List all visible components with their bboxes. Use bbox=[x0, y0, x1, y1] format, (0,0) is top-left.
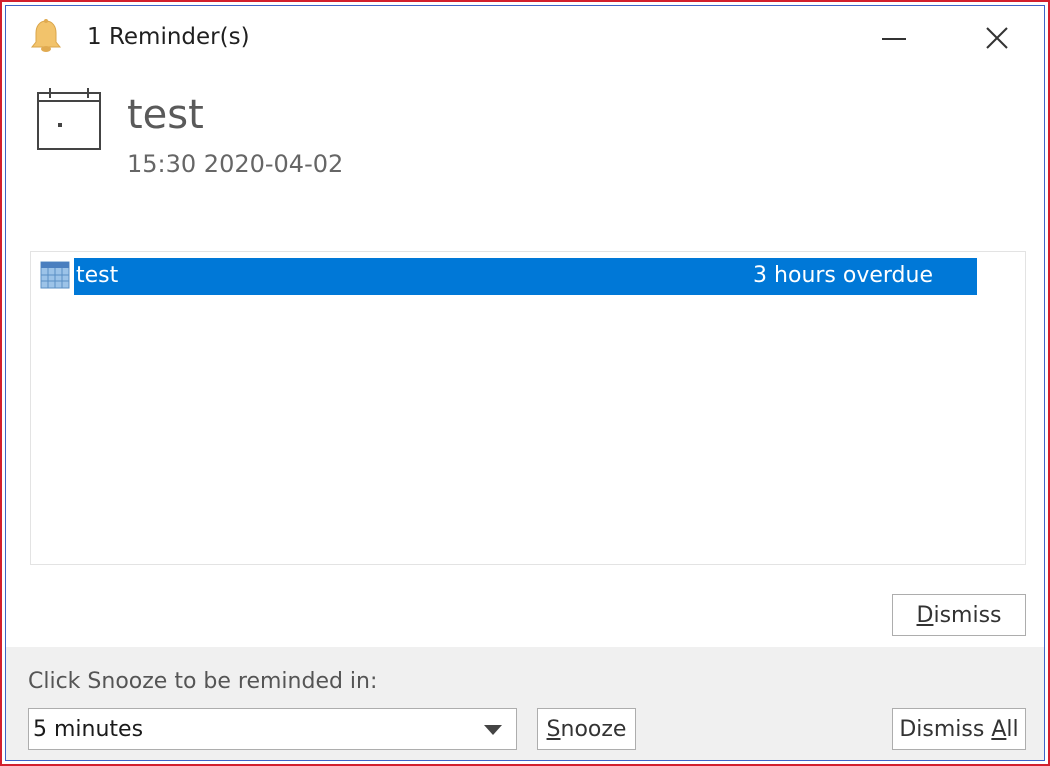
calendar-grid-icon bbox=[40, 261, 70, 289]
dismiss-all-mnemonic: A bbox=[991, 716, 1007, 742]
snooze-dropdown[interactable]: 5 minutes bbox=[28, 708, 517, 750]
reminder-list[interactable]: test 3 hours overdue bbox=[30, 251, 1026, 565]
close-icon bbox=[986, 27, 1008, 49]
selected-row-highlight[interactable]: test 3 hours overdue bbox=[74, 258, 977, 295]
chevron-down-icon bbox=[484, 725, 502, 735]
snooze-label: Click Snooze to be reminded in: bbox=[28, 669, 378, 694]
list-item[interactable]: test 3 hours overdue bbox=[40, 258, 977, 295]
dismiss-label: ismiss bbox=[933, 602, 1002, 628]
snooze-button[interactable]: Snooze bbox=[537, 708, 636, 750]
minimize-button[interactable] bbox=[866, 10, 926, 62]
dismiss-button[interactable]: Dismiss bbox=[892, 594, 1026, 636]
window-frame: 1 Reminder(s) test 15:30 2020-04-02 test… bbox=[5, 5, 1045, 761]
dismiss-mnemonic: D bbox=[916, 602, 934, 628]
snooze-button-label: nooze bbox=[560, 716, 627, 742]
bell-icon bbox=[28, 18, 64, 58]
reminder-window: 1 Reminder(s) test 15:30 2020-04-02 test… bbox=[0, 0, 1050, 766]
minimize-icon bbox=[882, 38, 906, 40]
dismiss-all-prefix: Dismiss bbox=[899, 716, 992, 742]
close-button[interactable] bbox=[968, 10, 1028, 62]
reminder-subject: test bbox=[127, 92, 204, 138]
window-title: 1 Reminder(s) bbox=[87, 24, 250, 50]
snooze-selected-value: 5 minutes bbox=[33, 717, 144, 742]
row-subject: test bbox=[76, 263, 119, 288]
reminder-time: 15:30 2020-04-02 bbox=[127, 150, 344, 178]
calendar-icon bbox=[36, 87, 104, 155]
snooze-panel: Click Snooze to be reminded in: 5 minute… bbox=[6, 647, 1044, 760]
dismiss-all-label: ll bbox=[1006, 716, 1019, 742]
dismiss-all-button[interactable]: Dismiss All bbox=[892, 708, 1026, 750]
snooze-mnemonic: S bbox=[546, 716, 561, 742]
row-due-status: 3 hours overdue bbox=[753, 263, 933, 288]
